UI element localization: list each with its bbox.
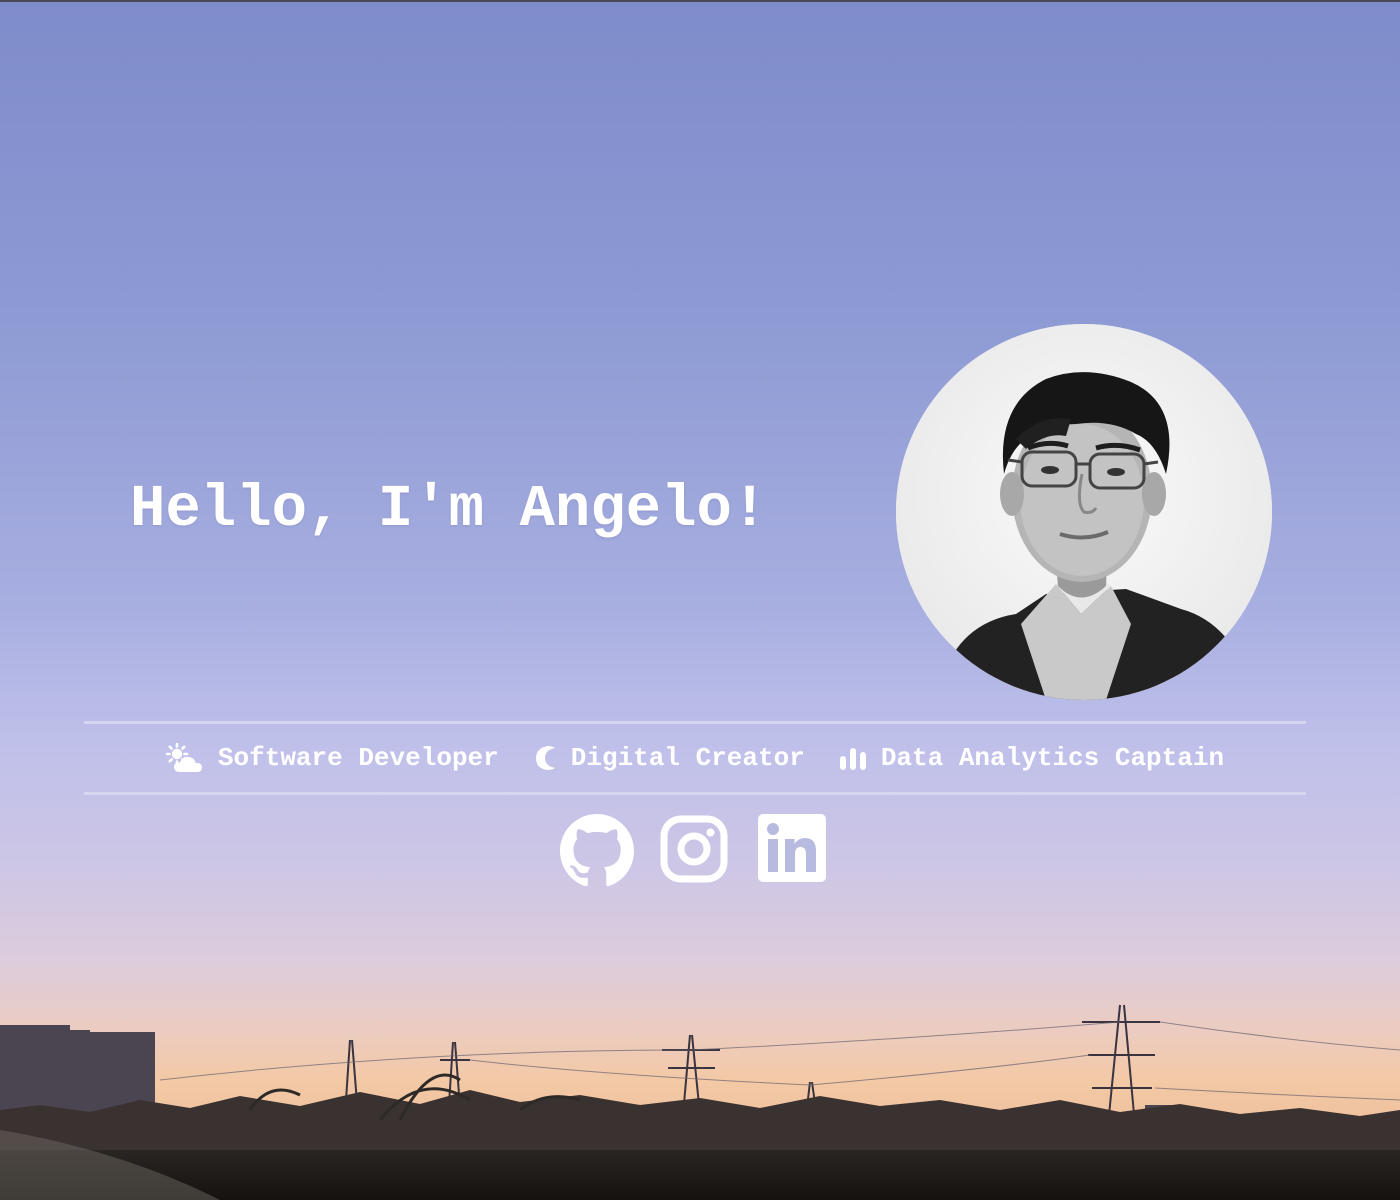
role-label: Digital Creator xyxy=(570,743,805,773)
avatar xyxy=(896,324,1272,700)
instagram-link[interactable] xyxy=(659,814,733,888)
role-digital-creator: Digital Creator xyxy=(533,743,805,773)
divider-bottom xyxy=(84,792,1306,795)
divider-top xyxy=(84,721,1306,724)
social-links xyxy=(560,814,832,888)
hero-greeting: Hello, I'm Angelo! xyxy=(130,476,768,543)
role-label: Data Analytics Captain xyxy=(880,743,1225,773)
instagram-icon xyxy=(659,814,733,884)
bar-chart-icon xyxy=(839,745,867,771)
github-icon xyxy=(560,814,634,888)
roles-list: Software Developer Digital Creator Data … xyxy=(84,734,1306,782)
linkedin-link[interactable] xyxy=(758,814,832,888)
moon-icon xyxy=(533,744,557,772)
cloud-sun-icon xyxy=(165,743,204,773)
role-software-developer: Software Developer xyxy=(165,743,499,773)
window-top-border xyxy=(0,0,1400,2)
github-link[interactable] xyxy=(560,814,634,888)
linkedin-icon xyxy=(758,814,832,882)
role-label: Software Developer xyxy=(217,743,499,773)
role-data-analytics-captain: Data Analytics Captain xyxy=(839,743,1224,773)
